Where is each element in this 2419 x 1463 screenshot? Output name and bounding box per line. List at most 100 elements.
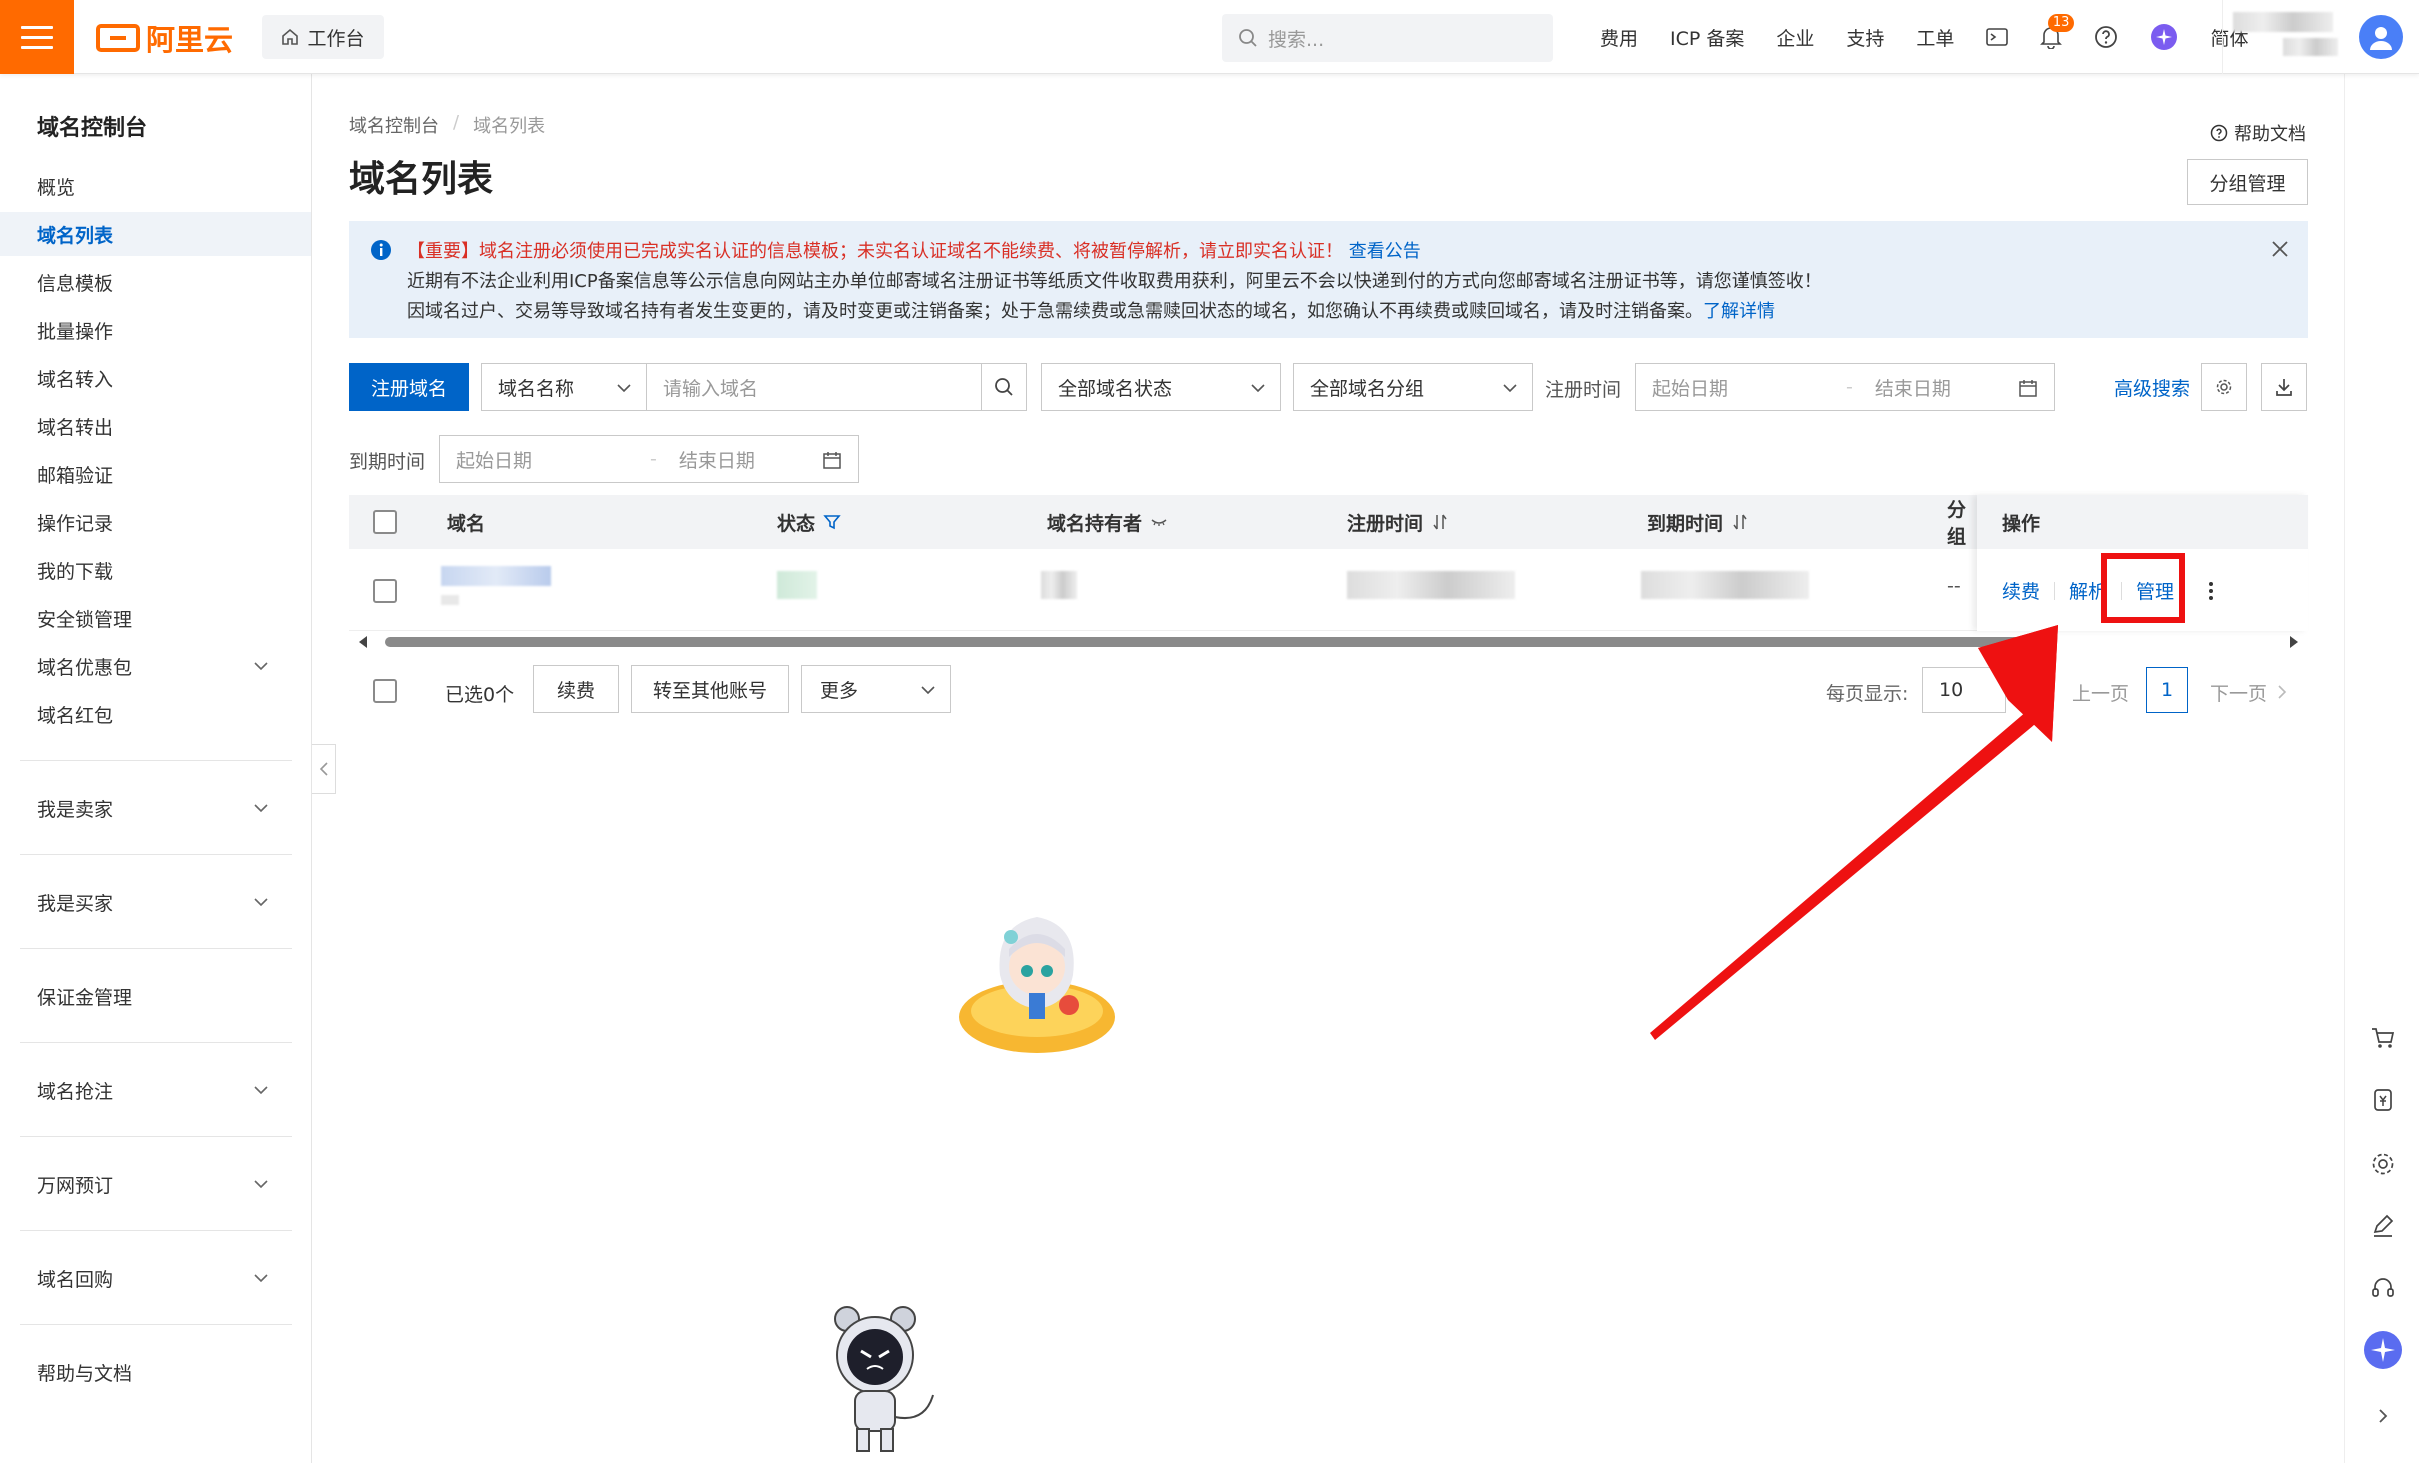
sidebar-item-overview[interactable]: 概览 (0, 164, 311, 208)
terminal-icon[interactable] (1970, 0, 2024, 74)
domain-search-input[interactable]: 请输入域名 (646, 363, 984, 411)
expire-date-range[interactable]: 起始日期 - 结束日期 (439, 435, 859, 483)
settings-button[interactable] (2201, 363, 2247, 411)
reg-date-range[interactable]: 起始日期 - 结束日期 (1635, 363, 2055, 411)
sidebar-group-reserve[interactable]: 万网预订 (0, 1162, 311, 1206)
notification-badge: 13 (2047, 14, 2075, 32)
chevron-down-icon (254, 898, 268, 907)
scroll-left-icon[interactable] (357, 635, 369, 649)
divider (20, 1230, 292, 1231)
ai-assistant-icon[interactable] (2363, 1330, 2403, 1370)
nav-ticket[interactable]: 工单 (1900, 0, 1970, 74)
nav-icp[interactable]: ICP 备案 (1654, 0, 1760, 74)
status-select[interactable]: 全部域名状态 (1041, 363, 1281, 411)
sidebar-item-security-lock[interactable]: 安全锁管理 (0, 596, 311, 640)
renew-link[interactable]: 续费 (2002, 577, 2040, 604)
nav-support[interactable]: 支持 (1830, 0, 1900, 74)
filter-icon[interactable] (823, 513, 841, 531)
help-icon[interactable] (2078, 0, 2134, 74)
prev-page-button[interactable]: 上一页 (2072, 679, 2129, 706)
expire-time-label: 到期时间 (349, 451, 426, 473)
sidebar-collapse-button[interactable] (312, 744, 336, 794)
nav-enterprise[interactable]: 企业 (1760, 0, 1830, 74)
sort-icon[interactable] (1431, 513, 1449, 531)
expire-end-date[interactable]: 结束日期 (679, 446, 755, 473)
sidebar-group-seller[interactable]: 我是卖家 (0, 786, 311, 830)
top-search-input[interactable]: 搜索... (1222, 14, 1553, 62)
top-nav: 费用 ICP 备案 企业 支持 工单 13 简体 (1584, 0, 2264, 74)
scroll-thumb[interactable] (385, 637, 2029, 647)
transfer-account-button[interactable]: 转至其他账号 (631, 665, 789, 713)
sidebar-item-help[interactable]: 帮助与文档 (0, 1350, 311, 1394)
download-button[interactable] (2261, 363, 2307, 411)
nav-fees[interactable]: 费用 (1584, 0, 1654, 74)
settings-icon[interactable] (2367, 1148, 2399, 1180)
headset-icon[interactable] (2367, 1272, 2399, 1304)
user-menu[interactable] (2222, 0, 2419, 74)
search-field-select[interactable]: 域名名称 (481, 363, 647, 411)
page-number-button[interactable]: 1 (2146, 667, 2188, 713)
sidebar-item-domain-list[interactable]: 域名列表 (0, 212, 311, 256)
sidebar-item-batch[interactable]: 批量操作 (0, 308, 311, 352)
sidebar-item-transfer-out[interactable]: 域名转出 (0, 404, 311, 448)
close-icon[interactable] (2270, 239, 2290, 259)
sidebar-item-discount-pack[interactable]: 域名优惠包 (0, 644, 311, 688)
sort-icon[interactable] (1731, 513, 1749, 531)
per-page-label: 每页显示: (1826, 683, 1909, 705)
chevron-right-icon[interactable] (2367, 1400, 2399, 1432)
aliyun-logo[interactable]: 阿里云 (96, 20, 233, 57)
expire-start-date[interactable]: 起始日期 (456, 446, 532, 473)
notice-line-2: 近期有不法企业利用ICP备案信息等公示信息向网站主办单位邮寄域名注册证书等纸质文… (407, 271, 1822, 292)
notice-details-link[interactable]: 了解详情 (1703, 301, 1775, 322)
sidebar-item-deposit[interactable]: 保证金管理 (0, 974, 311, 1018)
bill-icon[interactable] (2367, 1084, 2399, 1116)
sidebar-item-op-log[interactable]: 操作记录 (0, 500, 311, 544)
sidebar-item-red-packet[interactable]: 域名红包 (0, 692, 311, 736)
sidebar-item-downloads[interactable]: 我的下载 (0, 548, 311, 592)
help-doc-link[interactable]: 帮助文档 (2210, 120, 2306, 146)
annotation-arrow (1650, 625, 2058, 1040)
per-page-select[interactable]: 10 (1922, 667, 2006, 713)
more-vertical-icon[interactable] (2208, 580, 2214, 602)
breadcrumb-root[interactable]: 域名控制台 (349, 112, 439, 138)
ai-assistant-icon[interactable] (2134, 0, 2194, 74)
sidebar-title: 域名控制台 (37, 116, 148, 141)
avatar[interactable] (2359, 15, 2403, 59)
home-icon (282, 28, 299, 45)
domain-name-redacted[interactable] (441, 566, 551, 586)
select-all-checkbox[interactable] (373, 510, 397, 534)
sidebar-group-label: 我是买家 (37, 892, 114, 915)
batch-renew-button[interactable]: 续费 (533, 665, 619, 713)
mascot-robot-image (834, 1306, 934, 1452)
reg-end-date[interactable]: 结束日期 (1875, 374, 1951, 401)
status-select-value: 全部域名状态 (1058, 377, 1173, 400)
chevron-down-icon (1503, 384, 1517, 393)
sidebar-group-label: 域名抢注 (37, 1080, 114, 1103)
bell-icon[interactable]: 13 (2024, 0, 2078, 74)
sidebar-item-templates[interactable]: 信息模板 (0, 260, 311, 304)
footer-select-all-checkbox[interactable] (373, 679, 397, 703)
group-manage-button[interactable]: 分组管理 (2187, 159, 2308, 205)
sidebar-group-backorder[interactable]: 域名抢注 (0, 1068, 311, 1112)
group-select[interactable]: 全部域名分组 (1293, 363, 1533, 411)
more-select[interactable]: 更多 (801, 665, 951, 713)
sidebar-item-transfer-in[interactable]: 域名转入 (0, 356, 311, 400)
sidebar-group-buyback[interactable]: 域名回购 (0, 1256, 311, 1300)
notice-announcement-link[interactable]: 查看公告 (1349, 241, 1421, 262)
edit-icon[interactable] (2367, 1210, 2399, 1242)
register-domain-button[interactable]: 注册域名 (349, 363, 469, 411)
horizontal-scrollbar[interactable] (349, 632, 2308, 652)
reg-start-date[interactable]: 起始日期 (1652, 374, 1728, 401)
eye-hidden-icon[interactable] (1150, 516, 1168, 528)
workbench-button[interactable]: 工作台 (262, 15, 384, 59)
scroll-right-icon[interactable] (2288, 635, 2300, 649)
advanced-search-link[interactable]: 高级搜索 (2114, 374, 2190, 401)
menu-icon[interactable] (0, 0, 74, 74)
sidebar-group-buyer[interactable]: 我是买家 (0, 880, 311, 924)
search-button[interactable] (981, 363, 1027, 411)
manage-highlight-box (2101, 553, 2185, 623)
sidebar-item-email-verify[interactable]: 邮箱验证 (0, 452, 311, 496)
row-checkbox[interactable] (373, 579, 397, 603)
cart-icon[interactable] (2367, 1022, 2399, 1054)
next-page-button[interactable]: 下一页 (2210, 679, 2267, 706)
